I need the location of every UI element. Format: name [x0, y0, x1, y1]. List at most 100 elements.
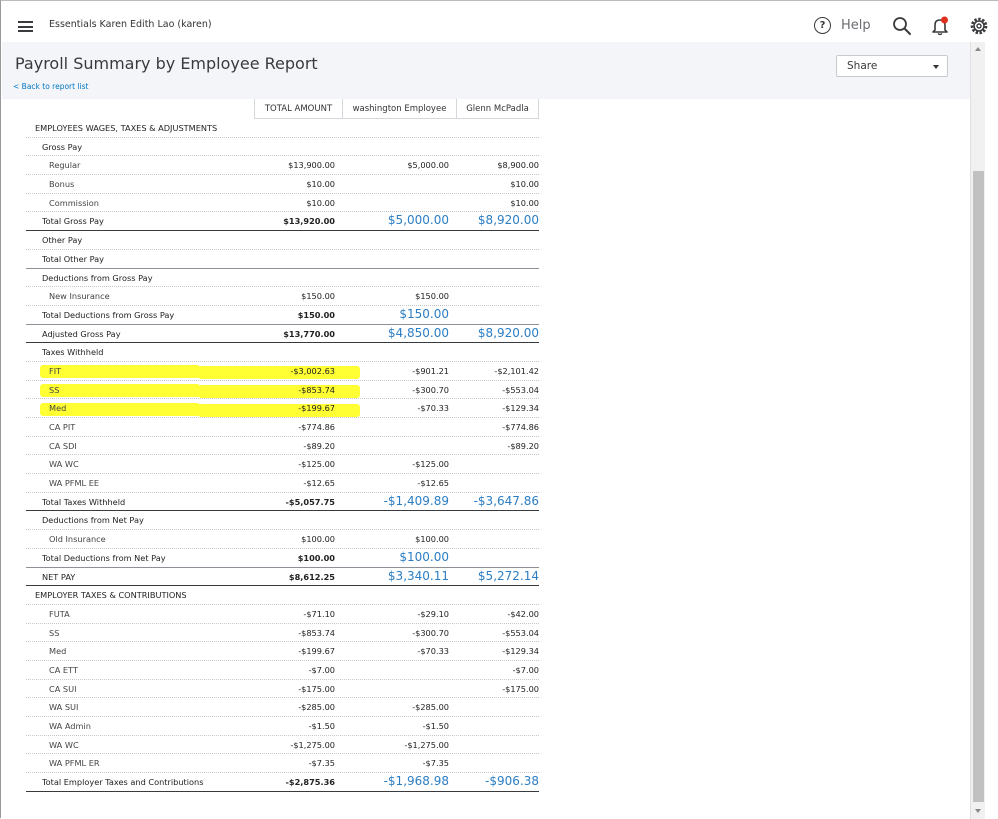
row-value-washington-employee: -$29.10	[417, 608, 449, 619]
row-value-glenn-mcpadla[interactable]: $8,920.00	[478, 326, 539, 340]
row-value-total-amount: -$1.50	[308, 721, 335, 731]
column-header-total-amount[interactable]: TOTAL AMOUNT	[254, 99, 343, 119]
row-value-total-amount: -$7.00	[308, 664, 335, 675]
row-value-total-amount: -$12.65	[303, 478, 335, 489]
column-header-glenn-mcpadla[interactable]: Glenn McPadla	[457, 99, 539, 119]
row-value-washington-employee: -$1.50	[422, 721, 449, 731]
row-value-washington-employee[interactable]: $4,850.00	[388, 326, 449, 340]
row-label: FIT	[49, 365, 62, 376]
table-row: WA WC -$125.00 -$125.00	[26, 455, 539, 475]
table-row: WA Admin -$1.50 -$1.50	[26, 717, 539, 736]
menu-icon[interactable]	[18, 21, 33, 32]
row-value-total-amount: -$7.35	[308, 758, 335, 769]
notification-bell-icon[interactable]	[929, 15, 951, 37]
row-label: Old Insurance	[49, 534, 106, 545]
row-value-glenn-mcpadla: -$89.20	[507, 440, 539, 451]
row-value-total-amount: -$853.74	[298, 384, 335, 395]
row-label: Med	[49, 403, 67, 414]
row-label: Total Other Pay	[42, 253, 105, 264]
row-value-glenn-mcpadla: -$553.04	[502, 627, 539, 638]
search-icon[interactable]	[891, 15, 913, 37]
row-value-glenn-mcpadla[interactable]: -$906.38	[485, 774, 539, 788]
scrollbar-thumb[interactable]	[973, 171, 984, 802]
row-value-washington-employee[interactable]: $150.00	[399, 307, 449, 321]
back-to-report-list-link[interactable]: < Back to report list	[13, 82, 88, 91]
row-value-washington-employee[interactable]: $3,340.11	[388, 569, 449, 583]
row-label: Taxes Withheld	[42, 347, 104, 358]
row-value-washington-employee: -$125.00	[412, 459, 449, 470]
app-window: Essentials Karen Edith Lao (karen) ? Hel…	[0, 0, 998, 819]
table-row: CA SDI -$89.20 -$89.20	[26, 437, 539, 456]
table-row: FUTA -$71.10 -$29.10 -$42.00	[26, 605, 539, 624]
row-label: Commission	[49, 197, 99, 208]
help-label: Help	[841, 17, 871, 33]
row-value-washington-employee[interactable]: -$1,968.98	[384, 774, 449, 788]
report-rows: EMPLOYEES WAGES, TAXES & ADJUSTMENTS Gros…	[26, 119, 539, 792]
row-value-total-amount: $13,920.00	[283, 216, 335, 227]
row-label: WA SUI	[49, 702, 79, 713]
row-value-glenn-mcpadla[interactable]: $5,272.14	[478, 569, 539, 583]
table-row: Deductions from Gross Pay	[26, 269, 539, 288]
row-label: EMPLOYER TAXES & CONTRIBUTIONS	[35, 590, 187, 601]
row-value-glenn-mcpadla[interactable]: -$3,647.86	[474, 494, 539, 508]
row-label: CA SUI	[49, 683, 77, 694]
row-label: Total Employer Taxes and Contributions	[42, 777, 204, 788]
row-value-total-amount: -$285.00	[298, 702, 335, 713]
row-value-total-amount: $13,900.00	[288, 160, 335, 171]
row-label: Deductions from Net Pay	[42, 515, 144, 526]
row-label: NET PAY	[42, 571, 76, 582]
settings-gear-icon[interactable]	[968, 15, 990, 37]
vertical-scrollbar[interactable]	[970, 42, 985, 819]
table-row: CA PIT -$774.86 -$774.86	[26, 418, 539, 437]
table-row: WA PFML ER -$7.35 -$7.35	[26, 754, 539, 774]
row-value-total-amount: -$125.00	[298, 459, 335, 470]
row-label: Total Deductions from Net Pay	[42, 552, 166, 563]
row-value-glenn-mcpadla: -$175.00	[502, 683, 539, 694]
table-row: Gross Pay	[26, 138, 539, 157]
scroll-down-arrow-icon[interactable]	[975, 809, 981, 813]
row-label: CA PIT	[49, 422, 76, 432]
row-value-total-amount: -$89.20	[303, 440, 335, 451]
caret-down-icon	[933, 65, 939, 69]
table-row: New Insurance $150.00 $150.00	[26, 287, 539, 306]
row-value-glenn-mcpadla: -$42.00	[507, 608, 539, 619]
table-row: Deductions from Net Pay	[26, 511, 539, 531]
row-value-washington-employee: -$300.70	[412, 384, 449, 395]
row-label: SS	[49, 627, 60, 638]
row-label: EMPLOYEES WAGES, TAXES & ADJUSTMENTS	[35, 123, 218, 133]
table-row: Med -$199.67 -$70.33 -$129.34	[26, 399, 539, 418]
row-label: Bonus	[49, 179, 75, 190]
row-value-total-amount: $10.00	[306, 197, 335, 208]
row-value-total-amount: $10.00	[306, 179, 335, 190]
share-dropdown[interactable]: Share	[836, 55, 948, 77]
row-value-glenn-mcpadla: -$774.86	[502, 422, 539, 432]
row-label: Adjusted Gross Pay	[42, 328, 121, 339]
row-label: CA SDI	[49, 440, 77, 451]
row-value-total-amount: -$71.10	[303, 608, 335, 619]
table-row: Total Gross Pay $13,920.00 $5,000.00 $8,920…	[26, 212, 539, 232]
help-button[interactable]: ? Help	[814, 14, 871, 36]
table-row: Total Other Pay	[26, 250, 539, 269]
table-row: Total Deductions from Gross Pay $150.00 $1…	[26, 306, 539, 325]
row-value-glenn-mcpadla: -$129.34	[502, 646, 539, 657]
page-title: Payroll Summary by Employee Report	[15, 54, 318, 73]
column-header-washington-employee[interactable]: washington Employee	[343, 99, 457, 119]
row-label: Gross Pay	[42, 141, 83, 152]
table-row: WA PFML EE -$12.65 -$12.65	[26, 474, 539, 493]
table-row: Regular $13,900.00 $5,000.00 $8,900.00	[26, 156, 539, 176]
row-value-total-amount: $100.00	[297, 552, 335, 563]
table-row: WA SUI -$285.00 -$285.00	[26, 698, 539, 717]
table-row: Other Pay	[26, 231, 539, 250]
table-row: EMPLOYER TAXES & CONTRIBUTIONS	[26, 586, 539, 605]
table-row: Total Deductions from Net Pay $100.00 $100…	[26, 549, 539, 568]
row-value-washington-employee[interactable]: $5,000.00	[388, 213, 449, 227]
table-row: CA SUI -$175.00 -$175.00	[26, 680, 539, 699]
row-value-glenn-mcpadla[interactable]: $8,920.00	[478, 213, 539, 227]
row-value-washington-employee[interactable]: -$1,409.89	[384, 494, 449, 508]
table-row: FIT -$3,002.63 -$901.21 -$2,101.42	[26, 362, 539, 381]
scroll-up-arrow-icon[interactable]	[975, 47, 981, 51]
row-value-washington-employee[interactable]: $100.00	[399, 550, 449, 564]
table-row: Total Employer Taxes and Contributions -$…	[26, 773, 539, 792]
row-label: CA ETT	[49, 664, 78, 675]
report-header: Payroll Summary by Employee Report < Bac…	[2, 42, 970, 99]
